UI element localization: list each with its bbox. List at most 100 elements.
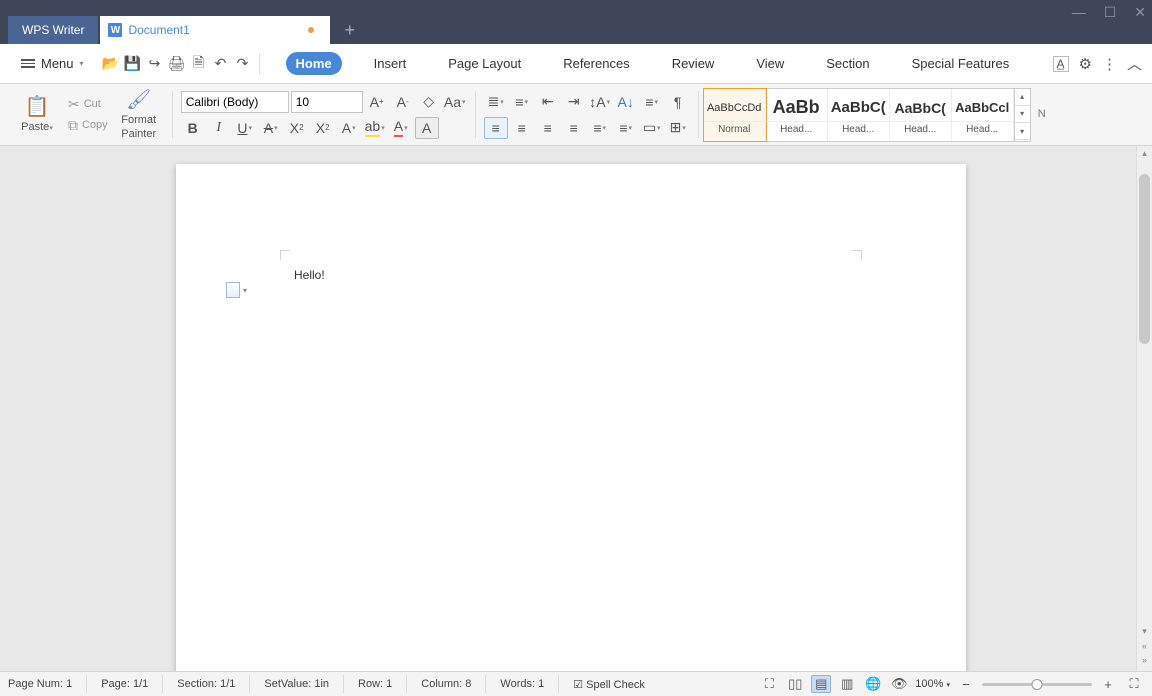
scroll-up-icon[interactable]: ▴	[1137, 148, 1152, 159]
fullscreen-icon[interactable]: ⛶	[759, 675, 779, 693]
show-marks-icon[interactable]: ¶	[666, 91, 690, 113]
close-icon[interactable]: ✕	[1134, 4, 1146, 21]
tab-section[interactable]: Section	[816, 52, 879, 75]
new-tab-button[interactable]: +	[330, 16, 369, 44]
copy-button[interactable]: ⧉Copy	[66, 116, 110, 135]
tab-insert[interactable]: Insert	[364, 52, 417, 75]
prev-page-icon[interactable]: «	[1137, 641, 1152, 651]
spell-check-button[interactable]: ☑ Spell Check	[573, 678, 645, 691]
menu-button[interactable]: Menu ▾	[14, 51, 91, 76]
borders-icon[interactable]: ⊞▾	[666, 117, 690, 139]
vertical-scrollbar[interactable]: ▴ ▾ « »	[1136, 146, 1152, 671]
style-head[interactable]: AaBbHead...	[766, 89, 828, 141]
zoom-out-icon[interactable]: −	[956, 675, 976, 693]
format-painter-button[interactable]: 🖌 Format Painter	[114, 88, 164, 140]
styles-scroll-down-icon[interactable]: ▾	[1015, 106, 1030, 123]
font-size-input[interactable]	[291, 91, 363, 113]
more-menu-icon[interactable]: ⋮	[1102, 55, 1117, 73]
redo-icon[interactable]: ↷	[233, 54, 253, 74]
increase-font-icon[interactable]: A+	[365, 91, 389, 113]
status-setvalue[interactable]: SetValue: 1in	[264, 678, 329, 690]
tab-special-features[interactable]: Special Features	[902, 52, 1020, 75]
maximize-icon[interactable]: ☐	[1104, 4, 1117, 21]
styles-scroll-up-icon[interactable]: ▴	[1015, 89, 1030, 106]
status-page-num[interactable]: Page Num: 1	[8, 678, 72, 690]
highlight-icon[interactable]: ab▾	[363, 117, 387, 139]
shading-icon[interactable]: ▭▾	[640, 117, 664, 139]
tab-references[interactable]: References	[553, 52, 639, 75]
collapse-ribbon-icon[interactable]: ︿	[1127, 53, 1142, 74]
clear-formatting-icon[interactable]: ◇	[417, 91, 441, 113]
superscript-icon[interactable]: X2	[285, 117, 309, 139]
subscript-icon[interactable]: X2	[311, 117, 335, 139]
strikethrough-icon[interactable]: A▾	[259, 117, 283, 139]
font-color-icon[interactable]: A▾	[389, 117, 413, 139]
align-center-icon[interactable]: ≡	[510, 117, 534, 139]
decrease-font-icon[interactable]: A-	[391, 91, 415, 113]
eye-protect-icon[interactable]: 👁	[889, 675, 909, 693]
distributed-icon[interactable]: ≡▾	[588, 117, 612, 139]
styles-expand-icon[interactable]: ▾	[1015, 123, 1030, 140]
style-head[interactable]: AaBbC(Head...	[890, 89, 952, 141]
app-name-tab[interactable]: WPS Writer	[8, 16, 98, 44]
read-view-icon[interactable]: ▯▯	[785, 675, 805, 693]
scrollbar-thumb[interactable]	[1139, 174, 1150, 344]
italic-icon[interactable]: I	[207, 117, 231, 139]
change-case-icon[interactable]: Aa▾	[443, 91, 467, 113]
decrease-indent-icon[interactable]: ⇤	[536, 91, 560, 113]
numbering-icon[interactable]: ≡▾	[510, 91, 534, 113]
minimize-icon[interactable]: ―	[1072, 4, 1086, 21]
status-words[interactable]: Words: 1	[500, 678, 544, 690]
print-layout-icon[interactable]: ▤	[811, 675, 831, 693]
line-spacing-icon[interactable]: ≡▾	[640, 91, 664, 113]
text-effects-icon[interactable]: A▾	[337, 117, 361, 139]
text-direction-icon[interactable]: ↕A▾	[588, 91, 612, 113]
status-page[interactable]: Page: 1/1	[101, 678, 148, 690]
style-head[interactable]: AaBbC(Head...	[828, 89, 890, 141]
document-tab[interactable]: W Document1	[100, 16, 330, 44]
character-panel-icon[interactable]: A̲	[1053, 56, 1069, 72]
tab-page-layout[interactable]: Page Layout	[438, 52, 531, 75]
web-layout-icon[interactable]: 🌐	[863, 675, 883, 693]
save-icon[interactable]: 💾	[123, 54, 143, 74]
status-section[interactable]: Section: 1/1	[177, 678, 235, 690]
cut-button[interactable]: ✂Cut	[66, 95, 110, 114]
page[interactable]: ▾ Hello!	[176, 164, 966, 671]
scroll-down-icon[interactable]: ▾	[1137, 626, 1152, 637]
print-icon[interactable]: 🖨	[167, 54, 187, 74]
line-spacing-2-icon[interactable]: ≡▾	[614, 117, 638, 139]
status-column[interactable]: Column: 8	[421, 678, 471, 690]
paste-button[interactable]: 📋 Paste▾	[12, 95, 62, 134]
font-name-input[interactable]	[181, 91, 289, 113]
align-left-icon[interactable]: ≡	[484, 117, 508, 139]
zoom-value[interactable]: 100% ▾	[915, 678, 950, 690]
status-row[interactable]: Row: 1	[358, 678, 392, 690]
next-page-icon[interactable]: »	[1137, 655, 1152, 665]
undo-icon[interactable]: ↶	[211, 54, 231, 74]
style-normal[interactable]: AaBbCcDdNormal	[704, 89, 766, 141]
preview-icon[interactable]: 🗎	[189, 54, 209, 74]
settings-gear-icon[interactable]: ⚙	[1079, 55, 1092, 73]
bold-icon[interactable]: B	[181, 117, 205, 139]
document-body-text[interactable]: Hello!	[294, 268, 325, 282]
character-shading-icon[interactable]: A	[415, 117, 439, 139]
zoom-slider-knob[interactable]	[1032, 679, 1043, 690]
fit-page-icon[interactable]: ⛶	[1124, 675, 1144, 693]
open-icon[interactable]: 📂	[101, 54, 121, 74]
tab-home[interactable]: Home	[286, 52, 342, 75]
export-icon[interactable]: ↪	[145, 54, 165, 74]
justify-icon[interactable]: ≡	[562, 117, 586, 139]
new-style-button[interactable]: N	[1031, 108, 1053, 121]
tab-review[interactable]: Review	[662, 52, 725, 75]
sort-icon[interactable]: A↓	[614, 91, 638, 113]
outline-view-icon[interactable]: ▥	[837, 675, 857, 693]
zoom-in-icon[interactable]: +	[1098, 675, 1118, 693]
nav-pane-handle[interactable]: ▾	[226, 282, 247, 298]
tab-view[interactable]: View	[746, 52, 794, 75]
zoom-slider[interactable]	[982, 683, 1092, 686]
align-right-icon[interactable]: ≡	[536, 117, 560, 139]
bullets-icon[interactable]: ≣▾	[484, 91, 508, 113]
underline-icon[interactable]: U▾	[233, 117, 257, 139]
increase-indent-icon[interactable]: ⇥	[562, 91, 586, 113]
style-head[interactable]: AaBbCclHead...	[952, 89, 1014, 141]
